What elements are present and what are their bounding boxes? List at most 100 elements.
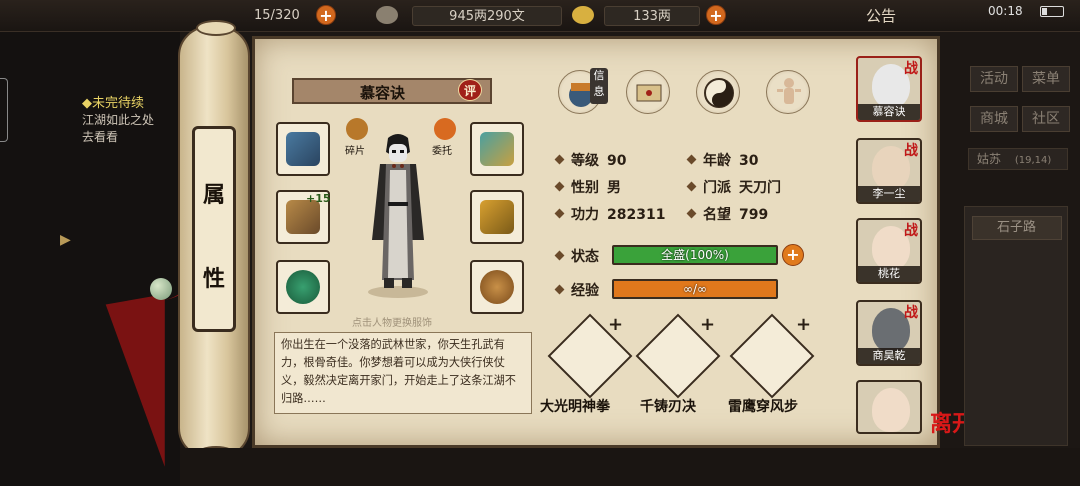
- road-item[interactable]: 石子路: [972, 216, 1062, 240]
- level-row: 等级 90: [554, 150, 627, 170]
- skill-name-1: 大光明神拳: [540, 399, 610, 415]
- location-bar: 姑苏 (19,14): [968, 148, 1068, 170]
- gold-add-button[interactable]: +: [706, 5, 726, 25]
- attr-char-1: 属: [202, 182, 225, 208]
- quest-title[interactable]: ◆未完待续: [82, 92, 144, 111]
- edge-handle[interactable]: [0, 78, 8, 142]
- skill-add-icon[interactable]: +: [608, 314, 623, 335]
- status-row: 状态: [554, 246, 607, 266]
- party-member-3[interactable]: 战 桃花: [856, 218, 922, 284]
- gender-row: 性别男: [554, 177, 621, 197]
- expand-arrow-icon[interactable]: ▶: [60, 232, 74, 252]
- map-scroll-icon[interactable]: [626, 70, 670, 114]
- sect-label: 门派: [703, 180, 731, 196]
- exp-row: 经验: [554, 280, 607, 300]
- info-label: 信息: [590, 68, 608, 104]
- equip-slot-beads[interactable]: [470, 260, 524, 314]
- age-row: 年龄 30: [686, 150, 759, 170]
- party-name: 李一尘: [858, 186, 920, 202]
- status-text: 全盛(100%): [661, 248, 729, 262]
- activity-button[interactable]: 活动: [970, 66, 1018, 92]
- battle-tag: 战: [904, 143, 918, 159]
- bag-add-button[interactable]: +: [316, 5, 336, 25]
- battle-tag: 战: [904, 61, 918, 77]
- clock: 00:18: [988, 4, 1023, 18]
- exp-text: ∞/∞: [682, 282, 708, 296]
- money-icon: [376, 6, 398, 24]
- skill-add-icon[interactable]: +: [700, 314, 715, 335]
- character-figure[interactable]: [358, 130, 438, 300]
- sect-row: 门派 天刀门: [686, 177, 781, 197]
- diamond-icon: [554, 154, 565, 165]
- menu-button[interactable]: 菜单: [1022, 66, 1070, 92]
- diamond-icon: [686, 154, 697, 165]
- skill-name-2: 千铸刃决: [640, 399, 696, 415]
- location-name: 姑苏: [977, 152, 1002, 166]
- equip-slot-hat[interactable]: [470, 122, 524, 176]
- party-name: 桃花: [858, 266, 920, 282]
- gold-display: 133两: [604, 6, 700, 26]
- diamond-icon: [686, 181, 697, 192]
- age-value: 30: [739, 153, 759, 169]
- fame-label: 名望: [703, 207, 731, 223]
- level-label: 等级: [571, 153, 599, 169]
- equip-slot-ring[interactable]: [276, 260, 330, 314]
- avatar: [872, 388, 910, 432]
- scroll-cap-top: [196, 20, 236, 36]
- age-label: 年龄: [703, 153, 731, 169]
- equip-slot-hidden-weapon[interactable]: +15: [276, 190, 331, 244]
- level-value: 90: [607, 153, 627, 169]
- diamond-icon: [554, 250, 565, 261]
- diamond-icon: [554, 181, 565, 192]
- location-coords: (19,14): [1014, 155, 1052, 166]
- shop-button[interactable]: 商城: [970, 106, 1018, 132]
- fame-value: 799: [739, 207, 769, 223]
- character-name: 慕容诀: [360, 84, 406, 102]
- gold-icon: [572, 6, 594, 24]
- equip-slot-weapon[interactable]: [276, 122, 330, 176]
- attribute-tab[interactable]: 属 性: [192, 126, 236, 332]
- attr-char-2: 性: [202, 266, 225, 292]
- community-button[interactable]: 社区: [1022, 106, 1070, 132]
- skill-name-3: 雷鹰穿风步: [728, 399, 798, 415]
- party-member-1[interactable]: 战 慕容诀: [856, 56, 922, 122]
- status-add-button[interactable]: +: [782, 244, 804, 266]
- exp-label: 经验: [571, 283, 599, 299]
- review-button[interactable]: 评: [458, 79, 482, 101]
- diamond-icon: [554, 208, 565, 219]
- party-name: 商昊乾: [858, 348, 920, 364]
- power-value: 282311: [607, 207, 666, 223]
- bottom-bar: [180, 448, 1080, 486]
- announce-button[interactable]: 公告: [866, 5, 896, 26]
- power-row: 功力 282311: [554, 204, 666, 224]
- character-bio: 你出生在一个没落的武林世家，你天生孔武有力，根骨奇佳。你梦想着可以成为大侠行侠仗…: [274, 332, 532, 414]
- status-bar: 全盛(100%): [612, 245, 778, 265]
- diamond-icon: [554, 284, 565, 295]
- sect-value: 天刀门: [739, 180, 781, 196]
- quest-text: 江湖如此之处去看看: [82, 113, 155, 144]
- status-label: 状态: [571, 249, 599, 265]
- equip-slot-armor[interactable]: [470, 190, 524, 244]
- armor-item-icon: [480, 200, 514, 234]
- money-display: 945两290文: [412, 6, 562, 26]
- bag-count: 15/320: [254, 8, 300, 23]
- beads-item-icon: [480, 270, 514, 304]
- battle-tag: 战: [904, 305, 918, 321]
- exp-bar: ∞/∞: [612, 279, 778, 299]
- party-name: 慕容诀: [858, 104, 920, 120]
- fame-row: 名望 799: [686, 204, 769, 224]
- yinyang-icon[interactable]: [696, 70, 740, 114]
- party-member-4[interactable]: 战 商昊乾: [856, 300, 922, 366]
- top-bar: 945两290文 15/320 + 133两 + 公告 00:18: [0, 0, 1080, 32]
- hidden-weapon-item-icon: [286, 200, 320, 234]
- power-label: 功力: [571, 207, 599, 223]
- party-member-2[interactable]: 战 李一尘: [856, 138, 922, 204]
- party-member-5[interactable]: [856, 380, 922, 434]
- change-outfit-hint: 点击人物更换服饰: [352, 318, 432, 329]
- meridian-icon[interactable]: [766, 70, 810, 114]
- battle-tag: 战: [904, 223, 918, 239]
- gender-label: 性别: [571, 180, 599, 196]
- skill-add-icon[interactable]: +: [796, 314, 811, 335]
- ring-item-icon: [286, 270, 320, 304]
- jade-bead: [150, 278, 172, 300]
